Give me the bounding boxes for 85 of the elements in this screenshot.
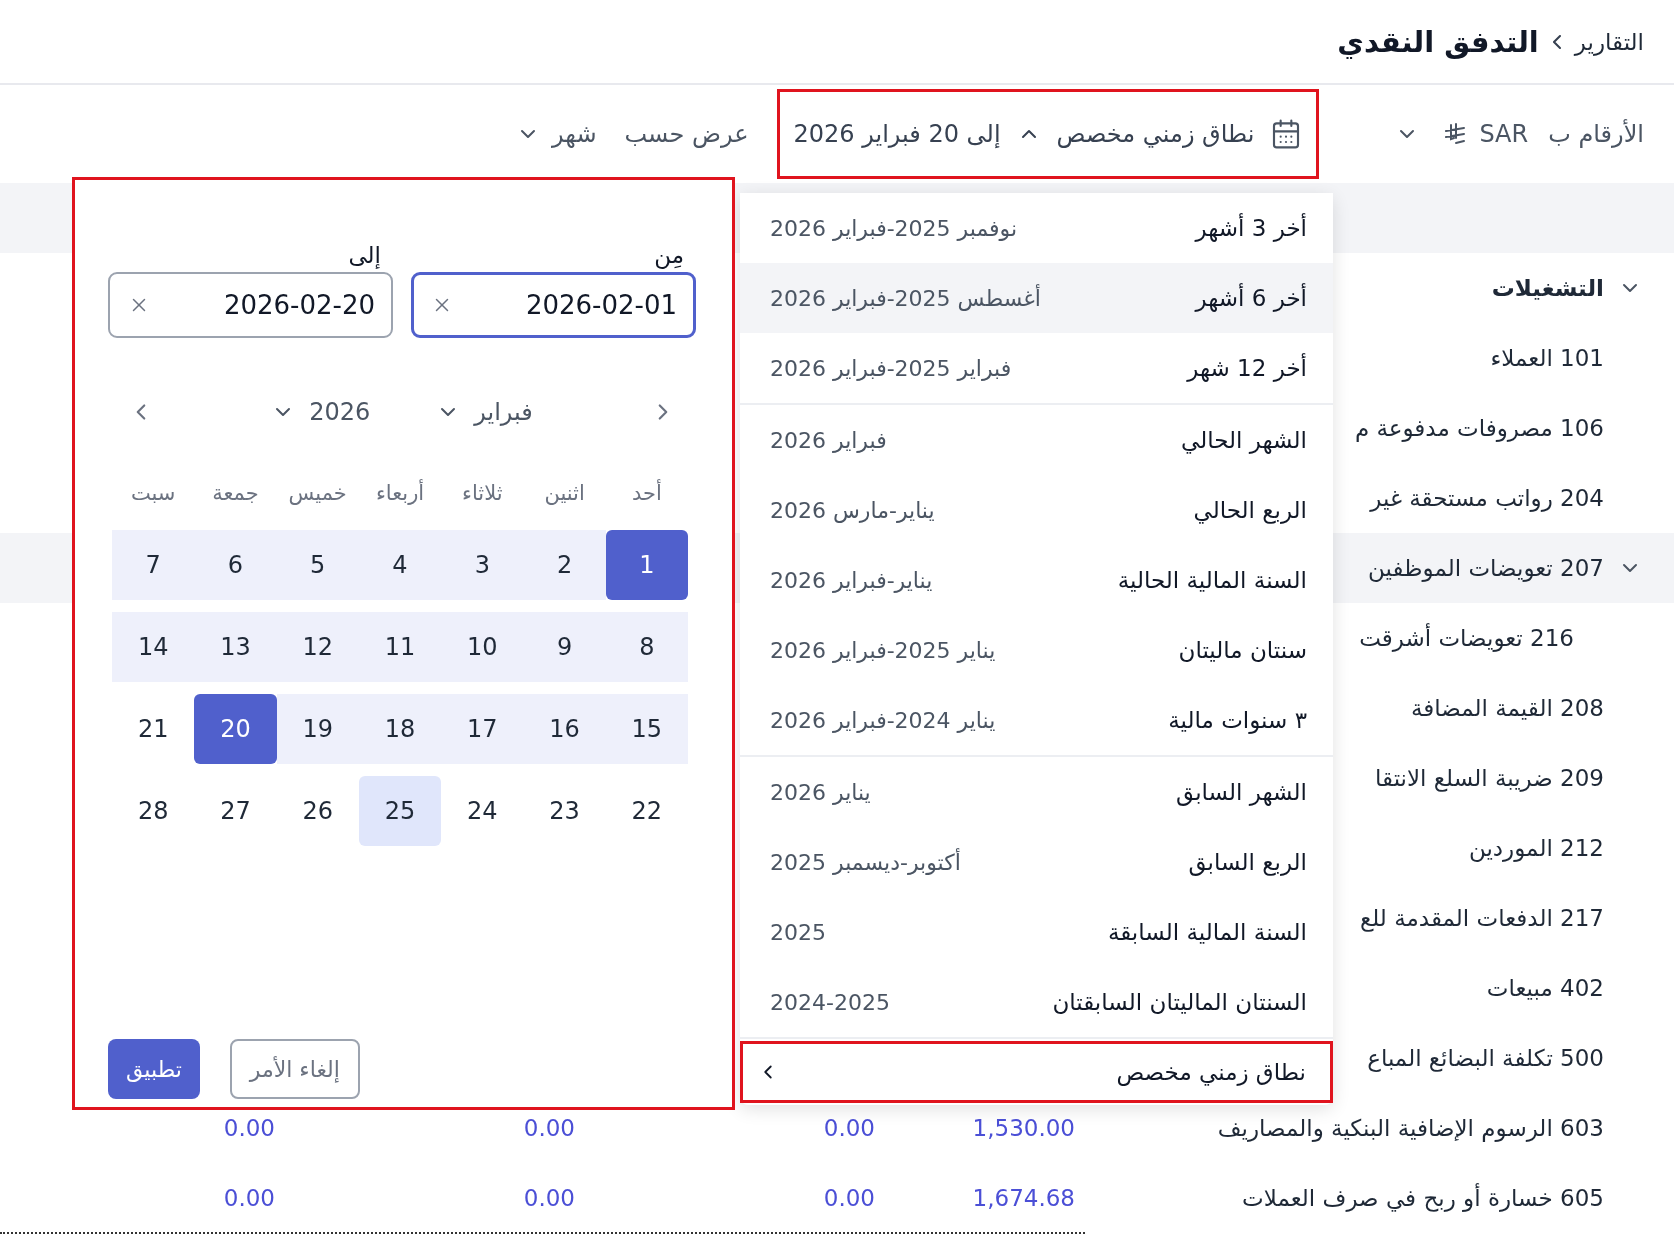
calendar-day[interactable]: 20 — [194, 694, 277, 764]
preset-option[interactable]: الربع الحالي يناير-مارس 2026 — [740, 475, 1333, 545]
calendar-day[interactable]: 18 — [358, 694, 442, 764]
weekday-label: خميس — [287, 480, 348, 507]
calendar-day[interactable]: 6 — [194, 530, 277, 600]
field-label: مِن — [653, 242, 685, 268]
amount-cell-text: 0.00 — [822, 1185, 875, 1211]
preset-option[interactable]: ٣ سنوات مالية يناير 2024-فبراير 2026 — [740, 685, 1333, 755]
preset-option[interactable]: سنتان ماليتان يناير 2025-فبراير 2026 — [740, 615, 1333, 685]
calendar-day[interactable]: 28 — [112, 776, 195, 846]
preset-option[interactable]: السنة المالية الحالية يناير-فبراير 2026 — [740, 545, 1333, 615]
month-select[interactable]: فبراير — [436, 398, 533, 426]
calendar-day[interactable]: 7 — [112, 530, 195, 600]
currency-sign-icon — [1443, 122, 1468, 146]
calendar-day[interactable]: 4 — [358, 530, 442, 600]
calendar-day[interactable]: 12 — [276, 612, 359, 682]
account-label: 217 الدفعات المقدمة للع — [1360, 905, 1604, 931]
amount-cell-text: 0.00 — [222, 1115, 275, 1141]
calendar-day[interactable]: 5 — [276, 530, 359, 600]
custom-range-option[interactable]: نطاق زمني مخصص — [740, 1041, 1333, 1103]
weekday-label: اثنين — [543, 480, 586, 507]
calendar-day[interactable]: 11 — [358, 612, 442, 682]
account-label: 603 الرسوم الإضافية البنكية والمصاريف — [1217, 1115, 1604, 1141]
chevron-icon — [1552, 34, 1561, 49]
weekday-label: أحد — [630, 478, 663, 507]
account-label: 605 خسارة أو ربح في صرف العملات — [1242, 1185, 1604, 1211]
calendar-day[interactable]: 27 — [194, 776, 277, 846]
calendar-day[interactable]: 14 — [112, 612, 195, 682]
amounts-label: الأرقام ب — [1548, 120, 1644, 148]
calendar-day[interactable]: 24 — [441, 776, 524, 846]
account-label: 212 الموردين — [1468, 835, 1604, 861]
calendar-day[interactable]: 3 — [441, 530, 524, 600]
account-label: 402 مبيعات — [1486, 975, 1604, 1001]
year-select[interactable]: 2026 — [271, 398, 371, 426]
calendar-day[interactable]: 23 — [523, 776, 606, 846]
account-label: 207 تعويضات الموظفين — [1368, 555, 1604, 581]
preset-option[interactable]: أخر 6 أشهر أغسطس 2025-فبراير 2026 — [740, 263, 1333, 333]
weekday-label: أربعاء — [374, 478, 426, 507]
calendar-day[interactable]: 25 — [358, 776, 442, 846]
date-input-field[interactable]: 2026-02-01 — [411, 272, 696, 338]
section-label: التشغيلات — [1491, 275, 1604, 301]
account-label: 209 ضريبة السلع الانتقا — [1375, 765, 1604, 791]
amount-cell-text: 1,674.68 — [971, 1185, 1075, 1211]
view-by-label: عرض حسب — [624, 120, 749, 148]
preset-option[interactable]: الشهر السابق يناير 2026 — [740, 757, 1333, 827]
calendar-day[interactable]: 19 — [276, 694, 359, 764]
account-label: 216 تعويضات أشرقت — [1359, 625, 1574, 651]
apply-button[interactable]: تطبيق — [108, 1039, 200, 1099]
calendar-day[interactable]: 16 — [523, 694, 606, 764]
calendar-day[interactable]: 2 — [523, 530, 606, 600]
weekday-label: جمعة — [211, 480, 260, 507]
account-label: 101 العملاء — [1490, 345, 1604, 371]
calendar-day[interactable]: 8 — [605, 612, 688, 682]
weekday-label: ثلاثاء — [461, 480, 504, 507]
amount-cell-text: 0.00 — [822, 1115, 875, 1141]
breadcrumb-link[interactable]: التقارير — [1574, 28, 1644, 55]
account-label: 106 مصروفات مدفوعة م — [1354, 415, 1604, 441]
cancel-button[interactable]: إلغاء الأمر — [229, 1039, 360, 1099]
amount-cell-text: 0.00 — [222, 1185, 275, 1211]
calendar-day[interactable]: 22 — [605, 776, 688, 846]
calendar-day[interactable]: 26 — [276, 776, 359, 846]
period-dropdown[interactable]: شهر — [516, 120, 597, 148]
preset-option[interactable]: أخر 3 أشهر نوفمبر 2025-فبراير 2026 — [740, 193, 1333, 263]
amount-cell-text: 1,530.00 — [971, 1115, 1075, 1141]
currency-dropdown[interactable]: SAR — [1395, 120, 1529, 148]
calendar-day[interactable]: 9 — [523, 612, 606, 682]
preset-option[interactable]: الشهر الحالي فبراير 2026 — [740, 405, 1333, 475]
preset-option[interactable]: أخر 12 شهر فبراير 2025-فبراير 2026 — [740, 333, 1333, 403]
calendar-day[interactable]: 17 — [441, 694, 524, 764]
calendar-day[interactable]: 10 — [441, 612, 524, 682]
preset-option[interactable]: الربع السابق أكتوبر-ديسمبر 2025 — [740, 827, 1333, 897]
calendar-day[interactable]: 15 — [605, 694, 688, 764]
weekday-label: سبت — [129, 480, 177, 507]
calendar-day[interactable]: 21 — [112, 694, 195, 764]
amount-cell-text: 0.00 — [522, 1185, 575, 1211]
amount-cell-text: 0.00 — [522, 1115, 575, 1141]
account-label: 204 رواتب مستحقة غير — [1370, 485, 1604, 511]
date-range-button[interactable]: نطاق زمني مخصص إلى 20 فبراير 2026 — [776, 89, 1320, 179]
account-label: 500 تكلفة البضائع المباع — [1367, 1045, 1604, 1071]
date-input-field[interactable]: 2026-02-20 — [108, 272, 393, 338]
account-label: 208 القيمة المضافة — [1410, 695, 1604, 721]
field-label: إلى — [347, 242, 382, 268]
calendar-day[interactable]: 1 — [605, 530, 688, 600]
calendar-day[interactable]: 13 — [194, 612, 277, 682]
page-title: التدفق النقدي — [1337, 24, 1539, 59]
